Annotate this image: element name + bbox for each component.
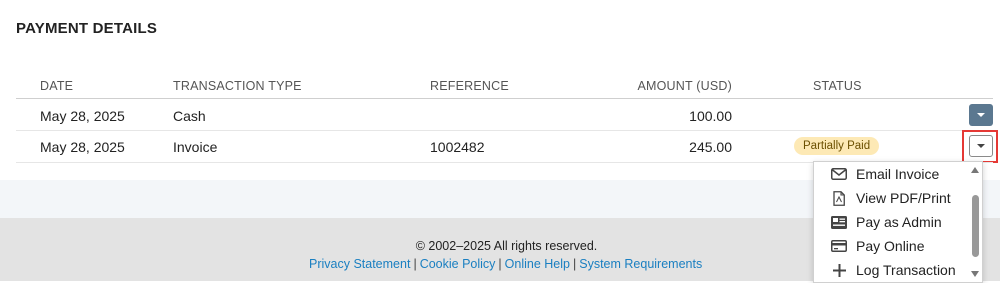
scrollbar-thumb[interactable] [972,195,979,257]
column-header-date: DATE [40,79,74,93]
status-badge: Partially Paid [794,137,880,155]
menu-item-view-pdf-print[interactable]: View PDF/Print [814,186,964,210]
menu-item-label: Pay as Admin [856,214,942,230]
credit-card-icon [830,237,848,255]
plus-icon [830,261,848,279]
online-help-link[interactable]: Online Help [505,257,570,271]
date-cell: May 28, 2025 [40,108,125,124]
link-separator: | [413,257,417,271]
scroll-down-arrow-icon[interactable] [971,271,979,277]
admin-card-icon [830,213,848,231]
menu-item-label: Log Transaction [856,262,956,278]
caret-down-icon [977,144,985,148]
scroll-up-arrow-icon[interactable] [971,167,979,173]
column-header-transaction-type: TRANSACTION TYPE [173,79,302,93]
reference-cell: 1002482 [430,139,485,155]
menu-item-label: Pay Online [856,238,925,254]
row-divider [16,130,993,131]
header-divider [16,98,993,99]
transaction-type-cell: Cash [173,108,206,124]
system-requirements-link[interactable]: System Requirements [579,257,702,271]
pdf-file-icon [830,189,848,207]
privacy-statement-link[interactable]: Privacy Statement [309,257,410,271]
menu-item-label: View PDF/Print [856,190,951,206]
amount-cell: 100.00 [689,108,732,124]
menu-item-log-transaction[interactable]: Log Transaction [814,258,964,282]
cookie-policy-link[interactable]: Cookie Policy [420,257,496,271]
menu-item-pay-as-admin[interactable]: Pay as Admin [814,210,964,234]
column-header-status: STATUS [813,79,862,93]
link-separator: | [498,257,502,271]
row-actions-menu: Email Invoice View PDF/Print Pay as Admi… [813,161,983,283]
footer-links: Privacy Statement | Cookie Policy | Online H… [309,257,702,271]
row-actions-button[interactable] [969,135,993,157]
transaction-type-cell: Invoice [173,139,218,155]
date-cell: May 28, 2025 [40,139,125,155]
menu-item-label: Email Invoice [856,166,940,182]
menu-item-pay-online[interactable]: Pay Online [814,234,964,258]
column-header-amount: AMOUNT (USD) [637,79,732,93]
link-separator: | [573,257,577,271]
amount-cell: 245.00 [689,139,732,155]
envelope-icon [830,165,848,183]
column-header-reference: REFERENCE [430,79,509,93]
menu-item-email-invoice[interactable]: Email Invoice [814,162,964,186]
row-actions-button[interactable] [969,104,993,126]
caret-down-icon [977,113,985,117]
payment-details-section: PAYMENT DETAILS DATE TRANSACTION TYPE RE… [0,0,1000,180]
section-title: PAYMENT DETAILS [16,20,158,37]
